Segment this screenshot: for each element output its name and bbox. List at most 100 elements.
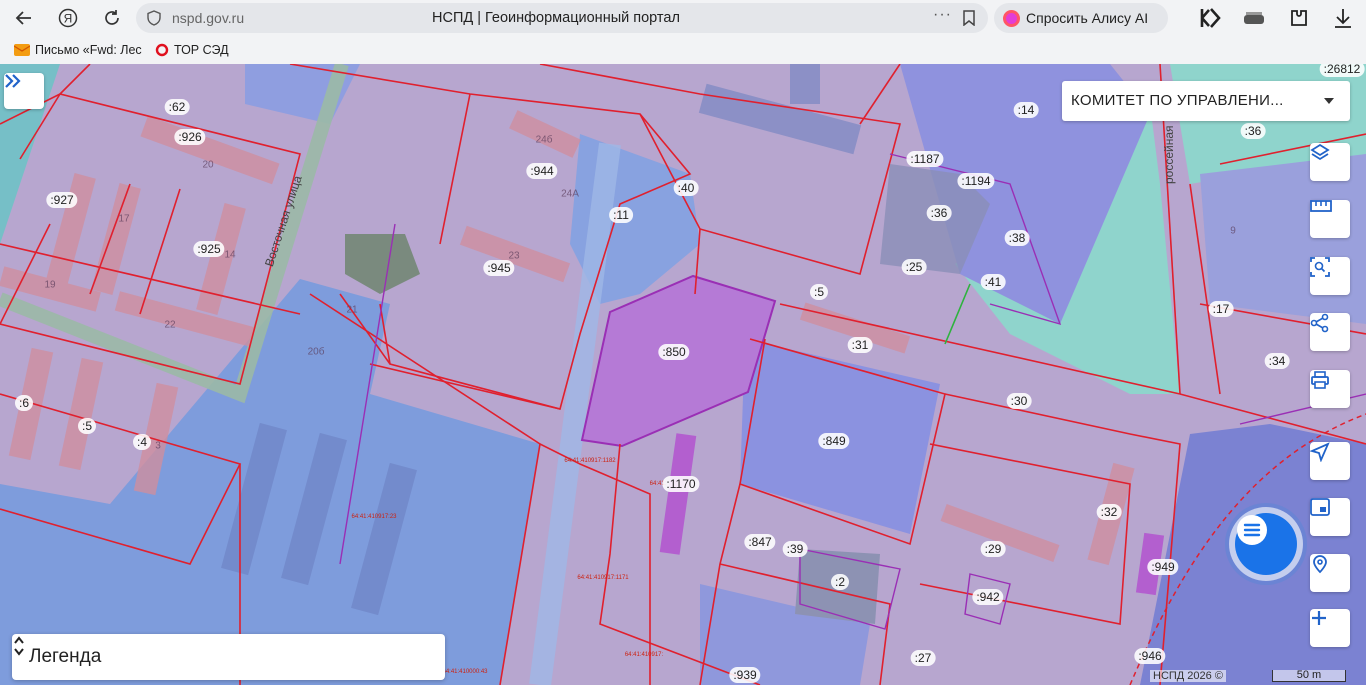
copyright: НСПД 2026 © <box>1150 670 1226 682</box>
layers-icon <box>1310 143 1330 161</box>
select-area-icon <box>1310 257 1330 277</box>
parcel-label[interactable]: :847 <box>744 534 776 550</box>
building-number: 22 <box>164 319 176 331</box>
yandex-icon[interactable]: Я <box>56 6 80 30</box>
cadastral-number: 64:41:410000:43 <box>442 669 488 675</box>
cadastral-number: 64:41:410917:23 <box>351 514 397 520</box>
parcel-label[interactable]: :32 <box>1096 504 1122 520</box>
share-button[interactable] <box>1310 313 1350 351</box>
cadastral-number: 64:41:410917:1182 <box>564 458 616 464</box>
parcel-label[interactable]: :14 <box>1013 102 1039 118</box>
address-row: Я nspd.gov.ru НСПД | Геоинформационный п… <box>0 0 1366 36</box>
navigation-arrow-icon <box>1310 442 1330 462</box>
parcel-label[interactable]: :942 <box>972 589 1004 605</box>
bookmark-label: ТОР СЭД <box>174 43 229 57</box>
reload-icon[interactable] <box>100 6 124 30</box>
building-number: 9 <box>1230 225 1236 237</box>
parcel-label[interactable]: :1170 <box>662 476 700 492</box>
bookmark-item-tor[interactable]: ТОР СЭД <box>155 43 229 57</box>
parcel-label[interactable]: :38 <box>1004 230 1030 246</box>
parcel-label[interactable]: :6 <box>14 395 34 411</box>
chat-icon <box>1237 515 1267 545</box>
download-icon[interactable] <box>1331 6 1355 30</box>
ruler-icon <box>1310 200 1332 212</box>
chat-button[interactable] <box>1235 513 1297 575</box>
parcel-label[interactable]: :5 <box>77 418 97 434</box>
locate-button[interactable] <box>1310 442 1350 480</box>
bookmark-item-mail[interactable]: Письмо «Fwd: Лес <box>14 43 142 57</box>
browser-chrome: Я nspd.gov.ru НСПД | Геоинформационный п… <box>0 0 1366 64</box>
search-pin-icon <box>1313 555 1327 574</box>
select-area-button[interactable] <box>1310 257 1350 295</box>
print-icon <box>1311 371 1329 389</box>
owner-select[interactable]: КОМИТЕТ ПО УПРАВЛЕНИ... <box>1062 81 1350 121</box>
address-bar[interactable]: nspd.gov.ru НСПД | Геоинформационный пор… <box>136 3 988 33</box>
parcel-label[interactable]: :11 <box>609 207 633 223</box>
zoom-in-button[interactable] <box>1310 609 1350 647</box>
print-button[interactable] <box>1310 370 1350 408</box>
building-number: 20 <box>202 159 214 171</box>
search-location-button[interactable] <box>1310 554 1350 592</box>
bookmarks-bar: Письмо «Fwd: Лес ТОР СЭД <box>0 40 1366 64</box>
owner-select-value: КОМИТЕТ ПО УПРАВЛЕНИ... <box>1071 92 1284 109</box>
parcel-label[interactable]: :40 <box>673 180 699 196</box>
building-number: 24б <box>535 134 553 146</box>
parcel-label[interactable]: :36 <box>1240 123 1266 139</box>
parcel-label[interactable]: :2 <box>830 574 850 590</box>
alice-icon <box>1003 10 1020 27</box>
parcel-label[interactable]: :850 <box>658 344 690 360</box>
parcel-label[interactable]: :925 <box>193 241 225 257</box>
ruler-button[interactable] <box>1310 200 1350 238</box>
legend-panel[interactable]: Легенда <box>12 634 445 680</box>
parcel-label[interactable]: :62 <box>164 99 190 115</box>
alice-button[interactable]: Спросить Алису AI <box>994 3 1168 33</box>
mail-icon <box>14 44 30 56</box>
parcel-label[interactable]: :29 <box>980 541 1006 557</box>
url-text: nspd.gov.ru <box>172 10 245 26</box>
expand-collapse-icon[interactable] <box>12 634 26 658</box>
extensions-icon[interactable] <box>1287 6 1311 30</box>
back-icon[interactable] <box>12 6 36 30</box>
more-menu-icon[interactable]: ··· <box>933 6 952 24</box>
bookmark-label: Письмо «Fwd: Лес <box>35 43 142 57</box>
parcel-label[interactable]: :39 <box>782 541 808 557</box>
parcel-label[interactable]: :31 <box>847 337 873 353</box>
parcel-label[interactable]: :926 <box>174 129 206 145</box>
parcel-label[interactable]: :36 <box>926 205 952 221</box>
cadastral-number: 64:41:410917:1171 <box>577 575 629 581</box>
parcel-label[interactable]: :946 <box>1134 648 1166 664</box>
parcel-label[interactable]: :1187 <box>906 151 944 167</box>
ring-icon <box>155 43 169 57</box>
legend-title: Легенда <box>29 646 102 667</box>
building-number: 20б <box>307 346 325 358</box>
parcel-label[interactable]: :27 <box>910 650 936 666</box>
parcel-label[interactable]: :25 <box>901 259 927 275</box>
bookmark-icon[interactable] <box>962 10 976 26</box>
parcel-label[interactable]: :949 <box>1147 559 1179 575</box>
minimap-button[interactable] <box>1310 498 1350 536</box>
parcel-label[interactable]: :41 <box>980 274 1006 290</box>
parcel-label[interactable]: :5 <box>809 284 829 300</box>
parcel-label[interactable]: :945 <box>483 260 515 276</box>
alice-label: Спросить Алису AI <box>1026 10 1149 26</box>
map-canvas[interactable]: Восточная улица россейная 20 17 14 19 22… <box>0 64 1366 685</box>
layers-button[interactable] <box>1310 143 1350 181</box>
parcel-label[interactable]: :1194 <box>957 173 995 189</box>
parcel-label[interactable]: :944 <box>526 163 558 179</box>
parcel-label[interactable]: :849 <box>818 433 850 449</box>
building-number: 19 <box>44 279 56 291</box>
shield-icon <box>147 10 161 26</box>
parcel-label[interactable]: :939 <box>729 667 761 683</box>
building-number: 14 <box>224 249 236 261</box>
parcel-label[interactable]: :30 <box>1006 393 1032 409</box>
parcel-label[interactable]: :34 <box>1264 353 1290 369</box>
parcel-label[interactable]: :17 <box>1208 301 1234 317</box>
cadastral-number: 64:41:410917: <box>624 652 664 658</box>
incognito-icon[interactable] <box>1242 6 1266 30</box>
parcel-label[interactable]: :26812 <box>1319 64 1365 77</box>
expand-panel-button[interactable] <box>4 73 44 109</box>
parcel-label[interactable]: :4 <box>132 434 152 450</box>
kaspersky-icon[interactable] <box>1198 6 1222 30</box>
parcel-label[interactable]: :927 <box>46 192 78 208</box>
building-number: 23 <box>508 250 520 262</box>
